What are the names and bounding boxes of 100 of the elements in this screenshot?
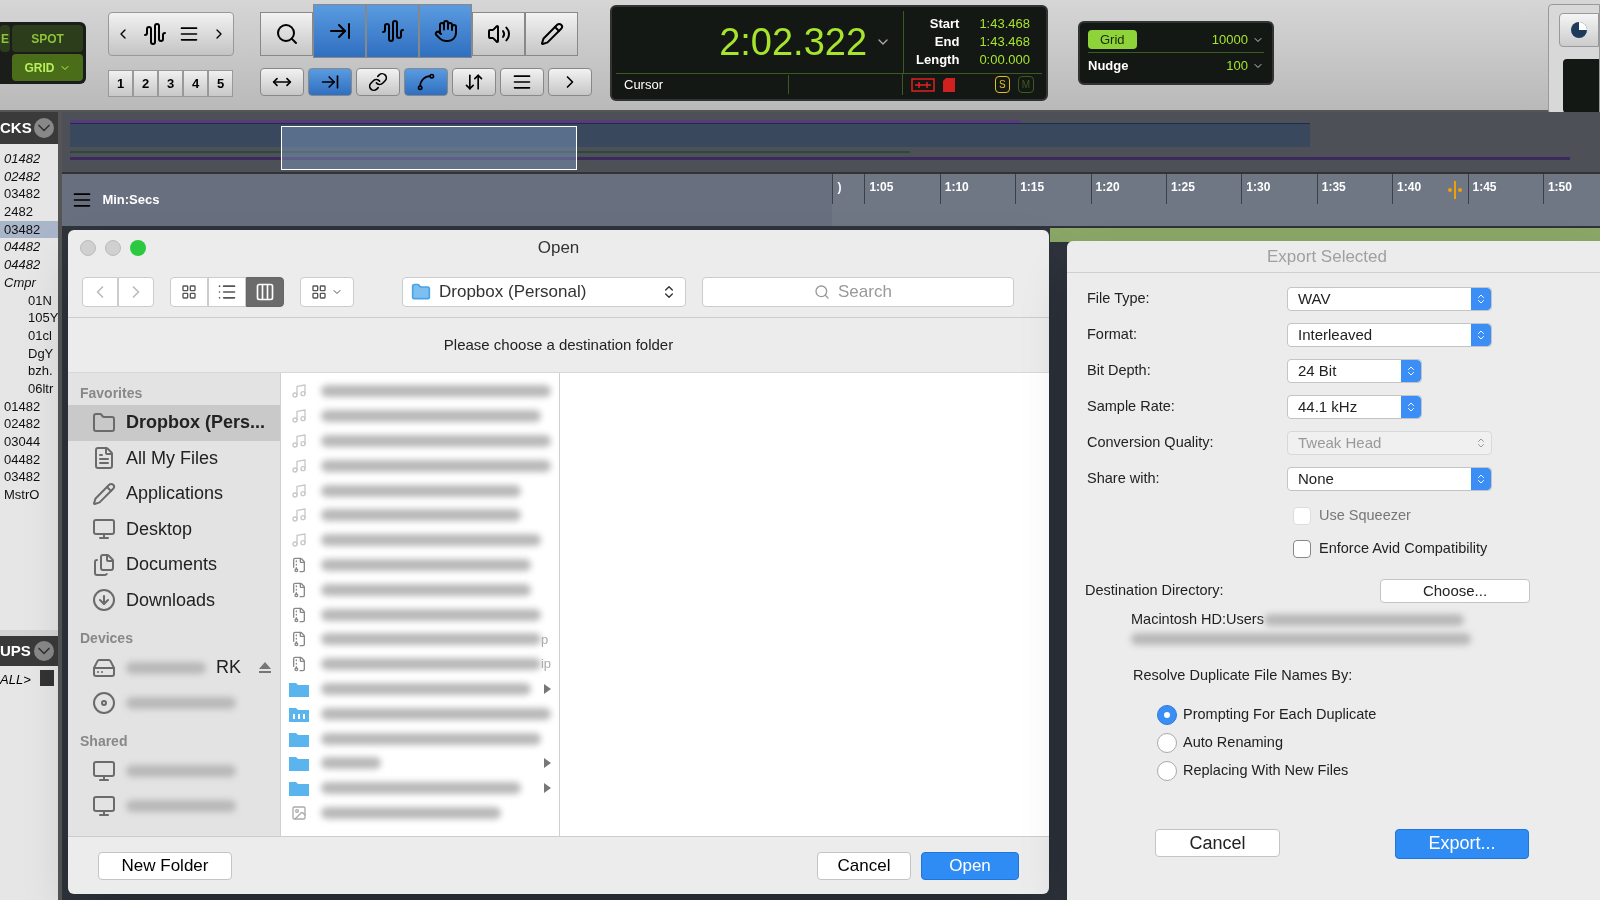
zoom-preset-button[interactable]: 2 xyxy=(133,70,158,97)
group-name[interactable]: ALL> xyxy=(0,670,31,690)
track-name[interactable]: 2482 xyxy=(0,203,59,221)
sidebar-item[interactable]: RK xyxy=(68,650,280,686)
track-name[interactable]: 03482 xyxy=(0,468,59,487)
nudge-tools[interactable] xyxy=(108,12,234,56)
blurred-text xyxy=(321,757,381,770)
radio-button[interactable] xyxy=(1157,704,1177,725)
cancel-button[interactable]: Cancel xyxy=(1155,828,1280,857)
field-label: Bit Depth: xyxy=(1087,361,1152,381)
tool-button[interactable] xyxy=(366,4,419,58)
arrange-button[interactable] xyxy=(300,276,354,307)
lines-icon xyxy=(179,24,199,44)
grid-label[interactable]: Grid xyxy=(1088,29,1137,50)
select-field[interactable]: 44.1 kHz xyxy=(1287,395,1422,419)
menu-icon[interactable] xyxy=(34,641,55,661)
tool-button[interactable] xyxy=(472,12,525,56)
list-view-button[interactable] xyxy=(208,276,246,307)
sidebar-item[interactable]: Dropbox (Pers... xyxy=(68,405,280,441)
edit-mode-button[interactable]: E xyxy=(0,25,10,52)
track-name[interactable]: DgY xyxy=(0,344,59,363)
sidebar-item[interactable]: All My Files xyxy=(68,440,280,476)
select-field[interactable]: None xyxy=(1287,467,1492,491)
ruler-tick: 1:45 xyxy=(1467,174,1543,204)
tool-button[interactable] xyxy=(419,4,472,58)
zoom-preset-button[interactable]: 4 xyxy=(183,70,208,97)
dialog-prompt: Please choose a destination folder xyxy=(443,334,674,355)
location-popup[interactable]: Dropbox (Personal) xyxy=(402,276,686,307)
tool-option-button[interactable] xyxy=(356,68,400,96)
cancel-button[interactable]: Cancel xyxy=(817,851,911,880)
computer-icon xyxy=(92,794,116,819)
edit-mode-button[interactable]: GRID xyxy=(12,54,83,81)
track-name[interactable]: 03044 xyxy=(0,433,59,451)
sidebar-item[interactable]: Applications xyxy=(68,476,280,512)
select-field[interactable]: WAV xyxy=(1287,287,1492,311)
sidebar-item[interactable]: Documents xyxy=(68,547,280,583)
tool-option-button[interactable] xyxy=(452,68,496,96)
track-name[interactable]: 02482 xyxy=(0,415,59,433)
disclosure-icon[interactable] xyxy=(544,683,551,694)
ruler-tick: 1:05 xyxy=(864,174,940,204)
disclosure-icon[interactable] xyxy=(544,758,551,769)
tool-option-button[interactable] xyxy=(308,68,352,96)
track-name[interactable]: 04482 xyxy=(0,256,59,274)
pencil-icon xyxy=(539,22,564,46)
playhead-icon[interactable] xyxy=(1448,181,1462,199)
track-name[interactable]: 01482 xyxy=(0,150,59,168)
icon-view-button[interactable] xyxy=(170,276,208,307)
select-field[interactable]: Interleaved xyxy=(1287,323,1492,347)
track-name[interactable]: 01482 xyxy=(0,397,59,416)
sidebar-item[interactable]: Downloads xyxy=(68,582,280,618)
zoom-preset-button[interactable]: 3 xyxy=(158,70,183,97)
main-counter[interactable]: 2:02.322 xyxy=(719,23,868,61)
choose-button[interactable]: Choose... xyxy=(1380,579,1530,603)
radio-button[interactable] xyxy=(1157,760,1177,781)
track-name[interactable]: 06ltr xyxy=(0,379,59,398)
sort-icon[interactable] xyxy=(40,670,55,686)
search-input[interactable]: Search xyxy=(838,278,902,305)
edit-mode-button[interactable]: SPOT xyxy=(12,25,83,52)
checkbox[interactable] xyxy=(1293,539,1311,558)
tool-option-button[interactable] xyxy=(404,68,448,96)
zoom-preset-button[interactable]: 1 xyxy=(108,70,133,97)
disclosure-icon[interactable] xyxy=(544,783,551,794)
field-label: File Type: xyxy=(1087,289,1151,309)
track-name[interactable]: Cmpr xyxy=(0,273,59,292)
track-name[interactable]: 105Y xyxy=(0,309,59,327)
field-label: Sample Rate: xyxy=(1087,397,1176,417)
sidebar-item[interactable]: Desktop xyxy=(68,511,280,547)
track-name[interactable]: 02482 xyxy=(0,167,59,186)
zoom-button[interactable] xyxy=(130,240,146,256)
search-field[interactable]: Search xyxy=(702,276,1014,307)
tool-option-button[interactable] xyxy=(260,68,304,96)
track-name[interactable]: bzh. xyxy=(0,362,59,380)
track-name[interactable]: 03482 xyxy=(0,185,59,204)
view-rectangle[interactable] xyxy=(281,126,578,170)
meter-button[interactable] xyxy=(1559,13,1599,48)
updown-icon xyxy=(1475,329,1487,341)
tool-button[interactable] xyxy=(313,4,366,58)
eject-icon[interactable] xyxy=(259,662,271,674)
link-icon xyxy=(368,72,388,92)
track-name[interactable]: 04482 xyxy=(0,450,59,469)
counter-value: 1:43.468 xyxy=(979,15,1030,33)
grid-value[interactable]: 10000 xyxy=(1211,29,1248,50)
tool-option-button[interactable] xyxy=(500,68,544,96)
tool-button[interactable] xyxy=(525,12,578,56)
nudge-value[interactable]: 100 xyxy=(1226,56,1248,76)
track-name[interactable]: 03482 xyxy=(0,220,59,239)
audio-file-icon xyxy=(291,532,307,549)
track-name[interactable]: MstrO xyxy=(0,486,59,504)
radio-button[interactable] xyxy=(1157,732,1177,753)
tool-button[interactable] xyxy=(260,12,313,56)
track-name[interactable]: 04482 xyxy=(0,238,59,257)
column-view-button[interactable] xyxy=(246,276,284,307)
menu-icon[interactable] xyxy=(34,118,55,138)
track-name[interactable]: 01cl xyxy=(0,326,59,345)
pie-icon xyxy=(1570,21,1588,40)
track-name[interactable]: 01N xyxy=(0,291,59,310)
new-folder-button[interactable]: New Folder xyxy=(98,851,232,880)
zoom-preset-button[interactable]: 5 xyxy=(208,70,233,97)
select-field[interactable]: 24 Bit xyxy=(1287,359,1422,383)
cursor-label: Cursor xyxy=(624,74,789,95)
